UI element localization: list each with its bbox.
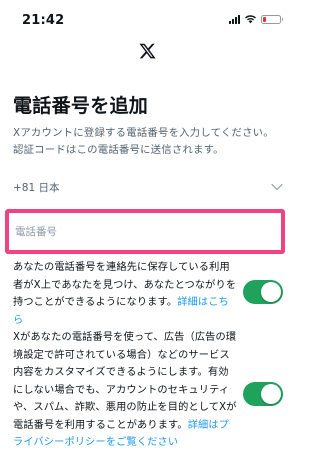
subtitle-line-1: Xアカウントに登録する電話番号を入力してください。 [13,127,274,139]
chevron-down-icon [271,183,283,191]
contacts-discoverability-option: あなたの電話番号を連絡先に保存している利用者がX上であなたを見つけ、あなたとつな… [13,259,238,329]
contacts-discoverability-toggle[interactable] [243,280,283,304]
phone-number-field [5,209,285,254]
personalization-option: Xがあなたの電話番号を使って、広告（広告の環境設定で許可されている場合）などのサ… [13,329,238,452]
option-2-text: Xがあなたの電話番号を使って、広告（広告の環境設定で許可されている場合）などのサ… [13,332,237,431]
toggle-knob [261,384,281,404]
country-code-label: +81 日本 [13,181,60,194]
signal-icon [229,14,240,24]
page-subtitle: Xアカウントに登録する電話番号を入力してください。 認証コードはこの電話番号に送… [13,125,285,159]
phone-number-input[interactable] [15,213,281,250]
status-icons [229,14,283,24]
x-logo-icon [139,43,156,59]
page-title: 電話番号を追加 [13,95,149,117]
status-time: 21:42 [22,13,65,28]
country-select[interactable]: +81 日本 [13,175,285,199]
personalization-toggle[interactable] [243,382,283,406]
battery-level [263,16,267,22]
status-bar: 21:42 [0,0,295,36]
toggle-knob [261,282,281,302]
subtitle-line-2: 認証コードはこの電話番号に送信されます。 [13,144,224,156]
battery-icon [261,14,283,24]
wifi-icon [245,15,256,24]
